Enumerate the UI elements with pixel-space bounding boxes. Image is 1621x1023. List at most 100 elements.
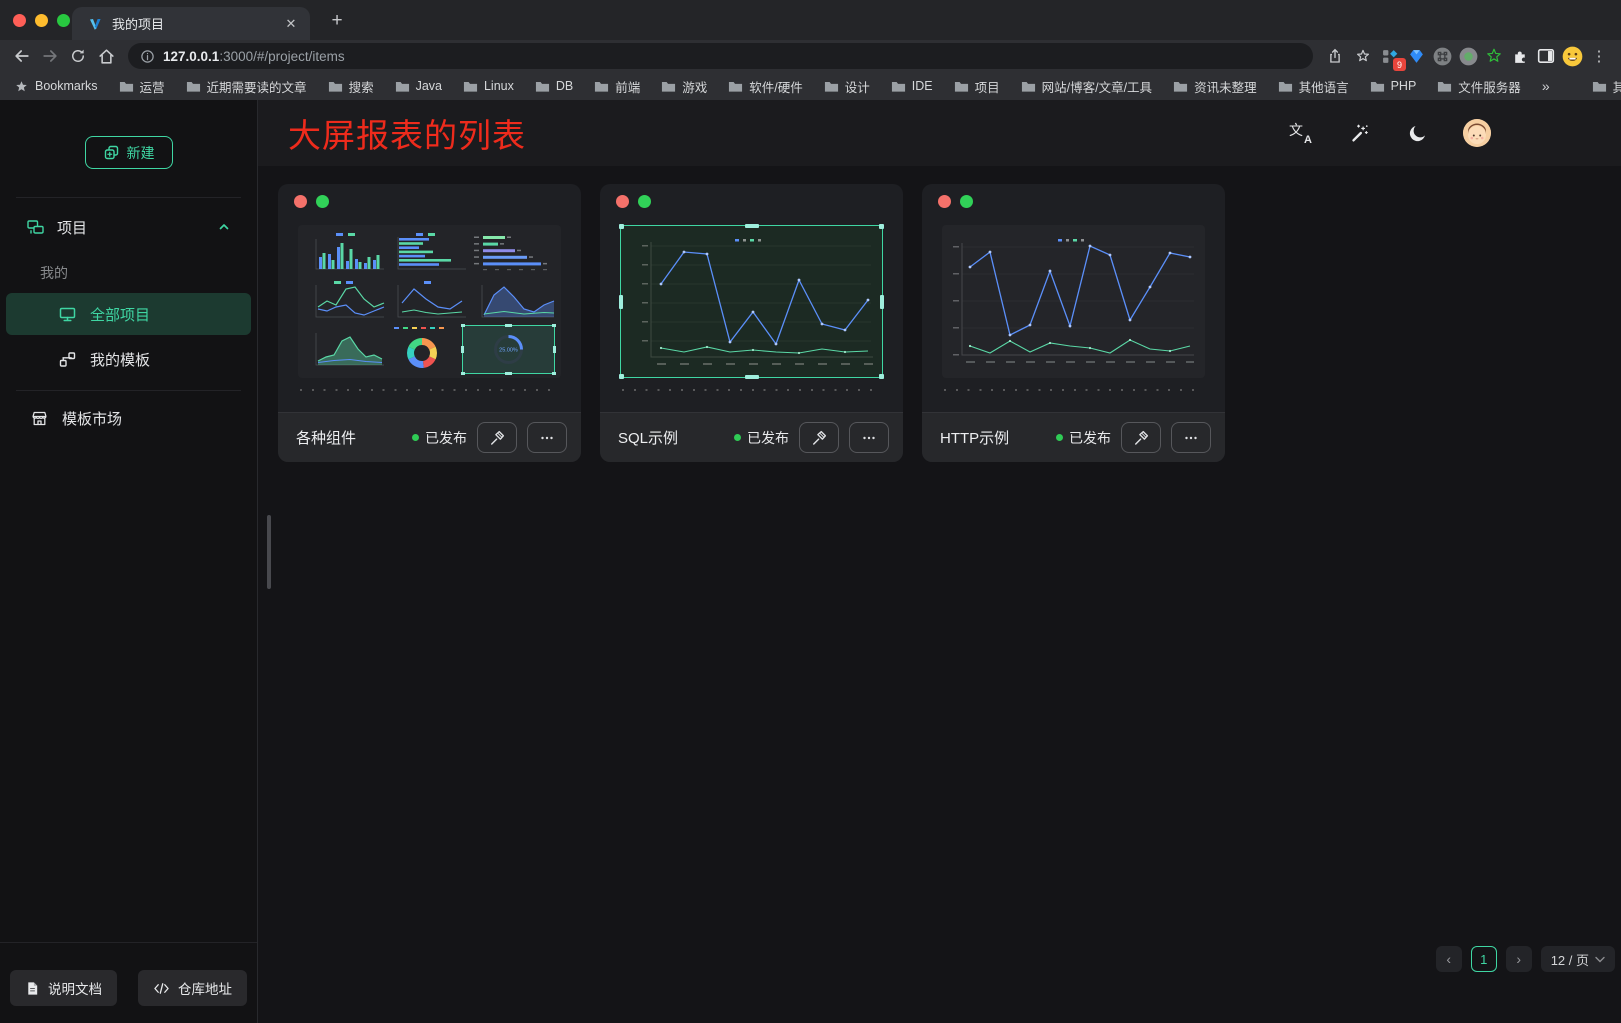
- url-path: :3000/#/project/items: [219, 49, 344, 64]
- sidebar-item-template-market[interactable]: 模板市场: [0, 391, 257, 445]
- card-preview[interactable]: 25.00%: [298, 225, 561, 378]
- folder-icon: [728, 79, 743, 94]
- reload-button[interactable]: [64, 43, 92, 69]
- language-button[interactable]: 文 A: [1289, 121, 1313, 145]
- bookmark-folder[interactable]: 网站/博客/文章/工具: [1021, 77, 1152, 96]
- back-button[interactable]: [8, 43, 36, 69]
- folder-icon: [119, 79, 134, 94]
- folder-icon: [1592, 79, 1607, 94]
- other-bookmarks[interactable]: 其他书签: [1592, 77, 1621, 96]
- browser-tab[interactable]: 我的项目 ✕: [72, 7, 310, 40]
- extension-command-button[interactable]: [1429, 43, 1455, 69]
- edit-button[interactable]: [799, 422, 839, 453]
- hammer-icon: [1132, 429, 1150, 447]
- bookmark-folder[interactable]: Linux: [463, 79, 514, 94]
- new-project-button[interactable]: 新建: [85, 136, 173, 169]
- share-icon: [1326, 47, 1344, 65]
- edit-button[interactable]: [477, 422, 517, 453]
- card-preview[interactable]: [942, 225, 1205, 378]
- bookmark-folder[interactable]: DB: [535, 79, 573, 94]
- more-button[interactable]: [1171, 422, 1211, 453]
- prev-page-button[interactable]: ‹: [1436, 946, 1462, 972]
- window-minimize-button[interactable]: [35, 14, 48, 27]
- bookmark-folder[interactable]: 近期需要读的文章: [186, 77, 307, 96]
- user-avatar[interactable]: [1463, 119, 1491, 147]
- bookmark-folder[interactable]: 运营: [119, 77, 165, 96]
- selection-handle[interactable]: [619, 224, 624, 229]
- bookmark-folder[interactable]: 游戏: [661, 77, 707, 96]
- more-button[interactable]: [849, 422, 889, 453]
- carousel-dots: [944, 389, 1203, 391]
- selection-handle[interactable]: [879, 224, 884, 229]
- browser-menu-button[interactable]: ⋮: [1585, 43, 1613, 69]
- address-bar[interactable]: 127.0.0.1:3000/#/project/items: [128, 43, 1313, 69]
- profile-emoji-button[interactable]: [1559, 43, 1585, 69]
- next-page-button[interactable]: ›: [1506, 946, 1532, 972]
- tab-close-icon[interactable]: ✕: [282, 15, 300, 33]
- folder-icon: [824, 79, 839, 94]
- selection-handle[interactable]: [880, 295, 884, 309]
- side-panel-button[interactable]: [1533, 43, 1559, 69]
- bookmark-folder[interactable]: 文件服务器: [1437, 77, 1521, 96]
- bookmark-folder[interactable]: 设计: [824, 77, 870, 96]
- scrollbar-thumb[interactable]: [267, 515, 271, 589]
- window-close-button[interactable]: [13, 14, 26, 27]
- bookmarks-overflow-chevron[interactable]: »: [1542, 78, 1550, 94]
- share-button[interactable]: [1321, 43, 1349, 69]
- new-tab-button[interactable]: +: [325, 9, 349, 33]
- bookmark-star-button[interactable]: [1349, 43, 1377, 69]
- bookmark-folder[interactable]: PHP: [1370, 79, 1417, 94]
- magic-wand-button[interactable]: [1347, 121, 1371, 145]
- gauge-value: 25.00%: [499, 348, 518, 354]
- status-badge: 已发布: [1056, 428, 1111, 448]
- forward-button[interactable]: [36, 43, 64, 69]
- sidebar-owner-label: 我的: [0, 256, 257, 290]
- repo-button[interactable]: 仓库地址: [138, 970, 247, 1006]
- bookmark-folder[interactable]: 资讯未整理: [1173, 77, 1257, 96]
- card-preview-selected[interactable]: [620, 225, 883, 378]
- gem-icon: [1408, 48, 1425, 65]
- docs-button[interactable]: 说明文档: [10, 970, 117, 1006]
- sidebar-group-projects[interactable]: 项目: [0, 198, 257, 256]
- project-card[interactable]: SQL示例 已发布: [600, 184, 903, 462]
- project-card[interactable]: HTTP示例 已发布: [922, 184, 1225, 462]
- pagination: ‹ 1 › 12 / 页: [1436, 946, 1615, 972]
- home-button[interactable]: [92, 43, 120, 69]
- selection-handle[interactable]: [745, 375, 759, 379]
- avatar-face-icon: [1463, 119, 1491, 147]
- page-header: 大屏报表的列表 文 A: [258, 100, 1621, 166]
- url-host: 127.0.0.1: [163, 49, 219, 64]
- page-size-select[interactable]: 12 / 页: [1541, 946, 1615, 972]
- bookmark-folder[interactable]: Java: [395, 79, 442, 94]
- extensions-puzzle-button[interactable]: [1507, 43, 1533, 69]
- selection-handle[interactable]: [619, 295, 623, 309]
- project-card[interactable]: 25.00% 各种组件 已发布: [278, 184, 581, 462]
- bookmarks-manager[interactable]: Bookmarks: [14, 79, 98, 94]
- bookmark-folder[interactable]: IDE: [891, 79, 933, 94]
- bookmark-folder[interactable]: 软件/硬件: [728, 77, 802, 96]
- selection-handle[interactable]: [745, 224, 759, 228]
- current-page-button[interactable]: 1: [1471, 946, 1497, 972]
- edit-button[interactable]: [1121, 422, 1161, 453]
- more-icon: [1182, 429, 1200, 447]
- selection-handle[interactable]: [619, 374, 624, 379]
- folder-icon: [186, 79, 201, 94]
- extension-recorder-button[interactable]: [1455, 43, 1481, 69]
- bookmark-folder[interactable]: 前端: [594, 77, 640, 96]
- sidebar-item-all-projects[interactable]: 全部项目: [6, 293, 251, 335]
- extension-star-button[interactable]: [1481, 43, 1507, 69]
- extension-gem-button[interactable]: [1403, 43, 1429, 69]
- sidebar-item-my-templates[interactable]: 我的模板: [6, 338, 251, 380]
- bookmark-folder[interactable]: 其他语言: [1278, 77, 1349, 96]
- window-maximize-button[interactable]: [57, 14, 70, 27]
- bookmark-folder[interactable]: 搜索: [328, 77, 374, 96]
- bookmark-folder[interactable]: 项目: [954, 77, 1000, 96]
- main-content: 大屏报表的列表 文 A: [258, 100, 1621, 1023]
- sql-line-chart-thumbnail: [621, 226, 882, 377]
- selection-handle[interactable]: [879, 374, 884, 379]
- extension-blocker-button[interactable]: 9: [1377, 43, 1403, 69]
- more-button[interactable]: [527, 422, 567, 453]
- theme-toggle-button[interactable]: [1405, 121, 1429, 145]
- folder-icon: [891, 79, 906, 94]
- selected-gauge-widget: 25.00%: [461, 324, 556, 375]
